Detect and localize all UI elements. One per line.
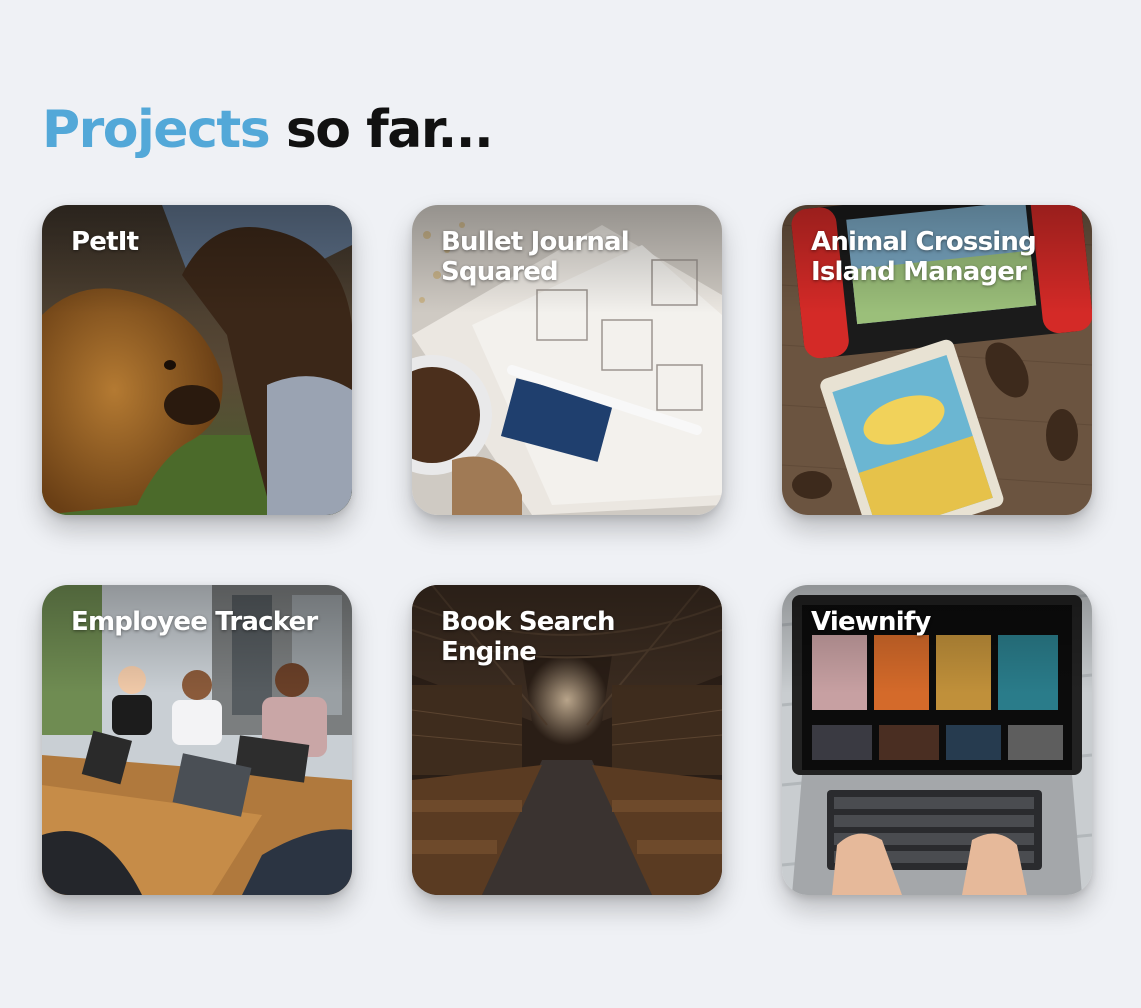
project-title: Book Search Engine	[441, 607, 616, 667]
heading-rest: so far...	[285, 100, 494, 160]
project-card-animal-crossing[interactable]: Animal Crossing Island Manager	[782, 205, 1092, 515]
project-card-book-search[interactable]: Book Search Engine	[412, 585, 722, 895]
projects-grid: PetIt Bullet Journal Squared Animal Cros…	[42, 205, 1092, 895]
project-title: Bullet Journal Squared	[441, 227, 630, 287]
project-card-viewnify[interactable]: Viewnify	[782, 585, 1092, 895]
project-title: Viewnify	[811, 607, 931, 637]
project-card-petit[interactable]: PetIt	[42, 205, 352, 515]
heading-accent: Projects	[42, 100, 271, 160]
project-title: Animal Crossing Island Manager	[811, 227, 1037, 287]
project-title: Employee Tracker	[71, 607, 318, 637]
project-card-bullet-journal[interactable]: Bullet Journal Squared	[412, 205, 722, 515]
project-card-employee-tracker[interactable]: Employee Tracker	[42, 585, 352, 895]
project-title: PetIt	[71, 227, 139, 257]
projects-heading: Projects so far...	[42, 100, 494, 160]
portfolio-page: Projects so far... PetIt Bullet Journal …	[0, 0, 1141, 1008]
